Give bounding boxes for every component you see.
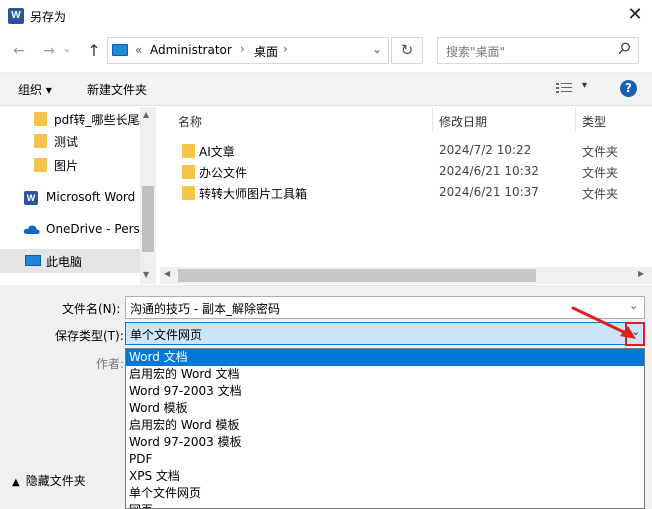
- horizontal-scrollbar-thumb[interactable]: [178, 269, 536, 282]
- organize-menu[interactable]: 组织 ▾: [18, 81, 52, 98]
- sidebar-item[interactable]: 图片: [0, 153, 140, 177]
- annotation-arrow-icon: [570, 296, 642, 347]
- folder-icon: [34, 112, 47, 126]
- file-date: 2024/6/21 10:37: [439, 185, 539, 199]
- view-dropdown-icon[interactable]: ▾: [582, 80, 587, 91]
- filetype-selected-value[interactable]: 单个文件网页: [130, 326, 202, 343]
- folder-icon: [182, 165, 195, 179]
- breadcrumb-item[interactable]: Administrator: [150, 43, 232, 57]
- help-icon[interactable]: ?: [620, 80, 637, 97]
- filetype-option[interactable]: PDF: [126, 451, 644, 468]
- pc-icon: [112, 44, 128, 56]
- pc-icon: [25, 255, 41, 266]
- up-button[interactable]: ↑: [83, 40, 105, 62]
- column-divider[interactable]: [575, 107, 576, 131]
- column-header-name[interactable]: 名称: [178, 113, 202, 130]
- file-row[interactable]: AI文章 2024/7/2 10:22 文件夹: [160, 141, 652, 161]
- folder-icon: [34, 158, 47, 172]
- sidebar-item[interactable]: OneDrive - Perso: [0, 218, 140, 242]
- sidebar-item-label: OneDrive - Perso: [46, 222, 140, 236]
- filetype-option[interactable]: Word 97-2003 文档: [126, 383, 644, 400]
- sidebar-item[interactable]: W Microsoft Word: [0, 186, 140, 210]
- word-app-icon: W: [8, 8, 24, 24]
- search-input[interactable]: 搜索"桌面": [446, 43, 505, 60]
- breadcrumb-overflow[interactable]: «: [135, 43, 142, 57]
- column-header-type[interactable]: 类型: [582, 113, 606, 130]
- file-type: 文件夹: [582, 187, 619, 201]
- file-row[interactable]: 转转大师图片工具箱 2024/6/21 10:37 文件夹: [160, 183, 652, 203]
- sidebar-item[interactable]: pdf转_哪些长尾: [0, 107, 140, 131]
- search-box[interactable]: 搜索"桌面": [437, 37, 639, 64]
- window-title: 另存为: [30, 10, 67, 24]
- scroll-up-icon[interactable]: ▲: [143, 110, 149, 119]
- breadcrumb-chevron-icon: ›: [283, 42, 288, 56]
- onedrive-icon: [23, 224, 40, 238]
- word-icon: W: [24, 191, 38, 205]
- file-name: AI文章: [199, 145, 235, 159]
- file-date: 2024/6/21 10:32: [439, 164, 539, 178]
- sidebar-item-label: pdf转_哪些长尾: [54, 113, 140, 127]
- folder-icon: [182, 144, 195, 158]
- filetype-dropdown-list: Word 文档 启用宏的 Word 文档 Word 97-2003 文档 Wor…: [125, 348, 645, 509]
- file-name: 转转大师图片工具箱: [199, 187, 308, 201]
- column-divider[interactable]: [432, 107, 433, 131]
- sidebar-item-label: 图片: [54, 159, 79, 173]
- column-header-date[interactable]: 修改日期: [439, 113, 487, 130]
- file-list: 名称 修改日期 类型 AI文章 2024/7/2 10:22 文件夹 办公文件 …: [160, 107, 652, 267]
- sidebar-item[interactable]: 测试: [0, 129, 140, 153]
- new-folder-button[interactable]: 新建文件夹: [87, 81, 147, 98]
- filetype-option[interactable]: XPS 文档: [126, 468, 644, 485]
- forward-button[interactable]: →: [38, 40, 60, 62]
- folder-icon: [182, 186, 195, 200]
- view-options-icon[interactable]: [556, 82, 572, 98]
- scroll-left-icon[interactable]: ◀: [164, 269, 170, 278]
- filename-field[interactable]: 沟通的技巧 - 副本_解除密码 ⌄: [125, 296, 645, 319]
- search-icon[interactable]: [618, 42, 630, 54]
- file-type: 文件夹: [582, 166, 619, 180]
- filetype-select[interactable]: 单个文件网页 ⌄: [125, 322, 645, 346]
- chevron-up-icon: ▲: [12, 477, 20, 488]
- file-type: 文件夹: [582, 145, 619, 159]
- file-date: 2024/7/2 10:22: [439, 143, 532, 157]
- filename-input[interactable]: 沟通的技巧 - 副本_解除密码: [130, 300, 280, 317]
- hide-folders-label: 隐藏文件夹: [25, 474, 86, 488]
- filetype-option[interactable]: 启用宏的 Word 文档: [126, 366, 644, 383]
- nav-scrollbar-thumb[interactable]: [142, 186, 154, 252]
- filetype-option[interactable]: 网页: [126, 502, 644, 508]
- breadcrumb-item[interactable]: 桌面: [254, 43, 278, 60]
- title-bar: [0, 0, 652, 32]
- author-label: 作者:: [96, 357, 125, 371]
- scroll-down-icon[interactable]: ▼: [143, 270, 149, 279]
- filetype-option[interactable]: Word 97-2003 模板: [126, 434, 644, 451]
- filetype-option[interactable]: 单个文件网页: [126, 485, 644, 502]
- sidebar-item-label: 测试: [54, 135, 79, 149]
- hide-folders-toggle[interactable]: ▲ 隐藏文件夹: [12, 472, 86, 489]
- filetype-option[interactable]: Word 模板: [126, 400, 644, 417]
- sidebar-item-label: Microsoft Word: [46, 190, 136, 204]
- back-button[interactable]: ←: [8, 40, 30, 62]
- file-name: 办公文件: [199, 166, 248, 180]
- filetype-label: 保存类型(T):: [55, 329, 124, 343]
- filetype-option[interactable]: Word 文档: [126, 349, 644, 366]
- sidebar-item-label: 此电脑: [46, 255, 83, 269]
- sidebar-item-selected[interactable]: 此电脑: [0, 249, 140, 273]
- refresh-button[interactable]: ↻: [391, 37, 423, 64]
- close-button[interactable]: ✕: [620, 2, 650, 30]
- address-bar[interactable]: « Administrator › 桌面 › ⌄: [107, 37, 389, 64]
- folder-icon: [34, 134, 47, 148]
- filetype-option[interactable]: 启用宏的 Word 模板: [126, 417, 644, 434]
- breadcrumb-chevron-icon: ›: [240, 42, 245, 56]
- file-row[interactable]: 办公文件 2024/6/21 10:32 文件夹: [160, 162, 652, 182]
- recent-locations-button[interactable]: ⌄: [60, 38, 74, 60]
- navigation-pane: pdf转_哪些长尾 测试 图片 W Microsoft Word OneDriv…: [0, 107, 140, 284]
- filename-label: 文件名(N):: [62, 302, 121, 316]
- scroll-right-icon[interactable]: ▶: [638, 269, 644, 278]
- address-dropdown-icon[interactable]: ⌄: [372, 42, 382, 56]
